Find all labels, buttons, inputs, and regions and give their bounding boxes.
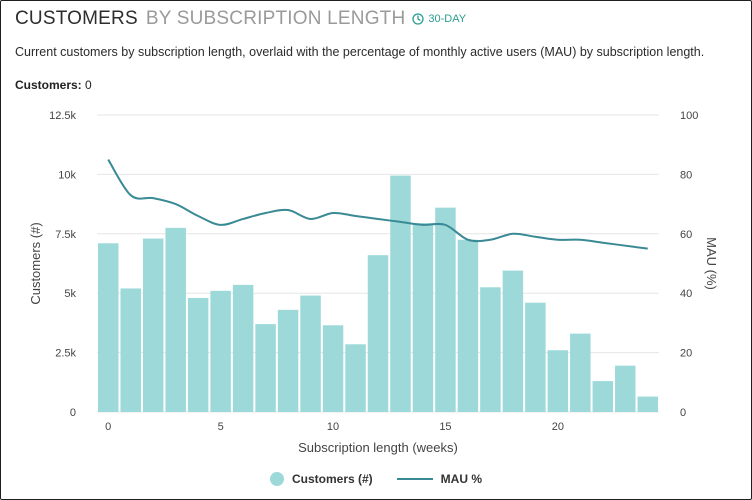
y2-axis-label: MAU (%) [704,237,719,290]
y2-tick-label: 60 [680,229,692,241]
y-tick-label: 12.5k [49,110,76,122]
y2-tick-label: 0 [680,407,686,419]
legend-item-customers[interactable]: Customers (#) [269,472,373,486]
bar [277,309,299,412]
bar [322,325,344,412]
bar [232,284,254,412]
x-tick-label: 5 [218,421,224,433]
bar [637,396,658,412]
bar [300,295,321,412]
bar [547,350,569,412]
bar [367,255,389,412]
y-tick-label: 5k [64,288,76,300]
x-tick-label: 20 [552,421,564,433]
bar [480,287,501,412]
customers-chart: 0 2.5k 5k 7.5k 10k 12.5k 0 20 40 60 80 100 0 5 10 15 20 S… [28,110,719,455]
x-tick-label: 0 [105,421,111,433]
y2-tick-label: 20 [680,348,692,360]
bar [345,344,366,412]
x-axis-label: Subscription length (weeks) [298,440,458,455]
bar [457,239,479,412]
bar [435,207,456,412]
bar [525,302,546,412]
bar [390,175,411,412]
mau-line [107,159,648,250]
bar [502,270,524,412]
bar [570,333,591,412]
legend-item-mau[interactable]: MAU % [396,472,483,486]
bar [165,227,186,412]
x-tick-label: 15 [439,421,451,433]
legend-label-customers: Customers (#) [291,472,373,486]
y-tick-label: 2.5k [55,348,76,360]
y2-tick-label: 100 [680,110,698,122]
bar [98,243,119,412]
legend-circle-marker [269,472,284,486]
y2-tick-label: 40 [680,288,692,300]
y-tick-label: 7.5k [55,229,76,241]
legend-line-marker [396,478,433,480]
y-axis-label: Customers (#) [28,222,43,304]
bar [412,223,434,412]
bar [120,288,141,412]
y-tick-label: 10k [58,169,76,181]
bar [210,290,231,412]
x-tick-label: 10 [327,421,339,433]
chart-legend: Customers (#) MAU % [0,472,752,486]
y-tick-label: 0 [70,407,76,419]
bar [592,381,614,412]
bar [615,365,636,412]
legend-label-mau: MAU % [440,472,483,486]
bar [142,238,164,412]
y2-tick-label: 80 [680,169,692,181]
bar [255,324,276,412]
bar [187,297,209,412]
